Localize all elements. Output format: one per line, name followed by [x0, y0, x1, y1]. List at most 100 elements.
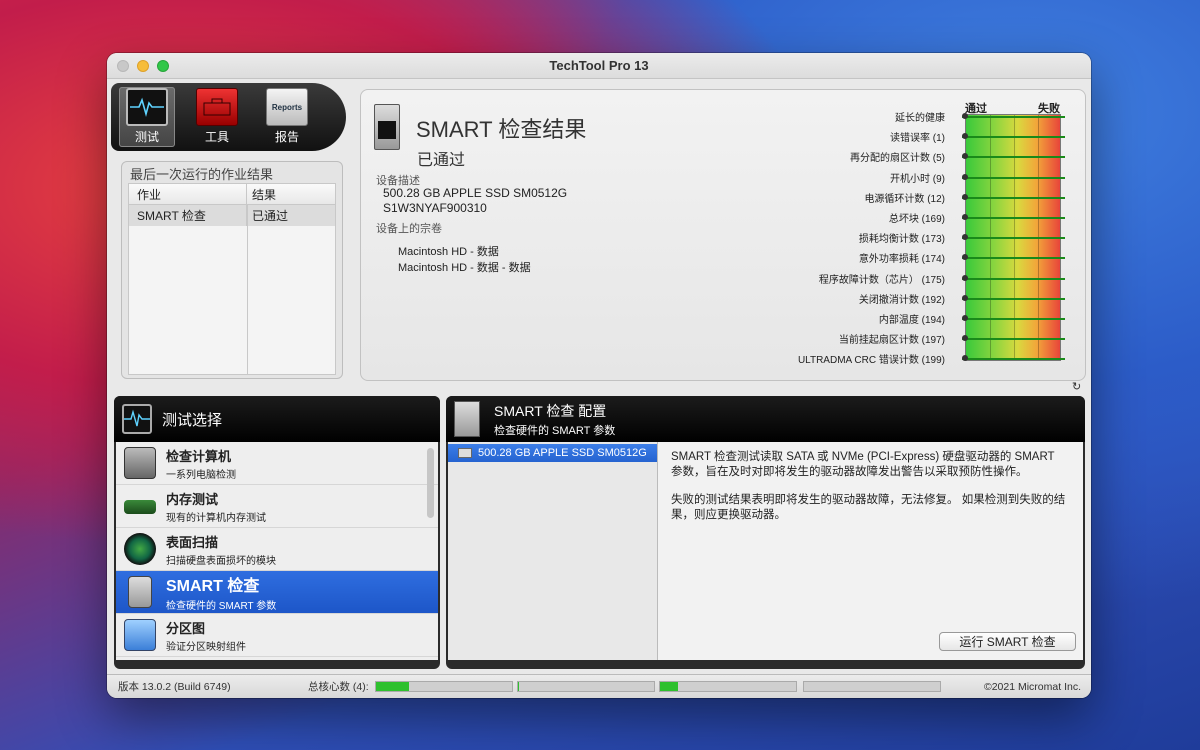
test-item-check-computer[interactable]: 检查计算机一系列电脑检测	[116, 442, 438, 485]
config-title: SMART 检查 配置	[494, 402, 607, 419]
config-body: 500.28 GB APPLE SSD SM0512G SMART 检查测试读取…	[448, 442, 1083, 660]
smart-attribute-label: 关闭撤消计数 (192)	[858, 294, 945, 306]
toolbar-tools-button[interactable]: 工具	[189, 87, 245, 147]
test-item-partition-map[interactable]: 分区图验证分区映射组件	[116, 614, 438, 657]
test-icon	[122, 404, 152, 434]
test-item-memory[interactable]: 内存测试现有的计算机内存测试	[116, 485, 438, 528]
test-list: 检查计算机一系列电脑检测 内存测试现有的计算机内存测试 表面扫描扫描硬盘表面损坏…	[116, 442, 438, 660]
core-meter	[803, 681, 941, 692]
core-meter	[375, 681, 513, 692]
drive-name: 500.28 GB APPLE SSD SM0512G	[478, 447, 647, 459]
test-item-desc: 验证分区映射组件	[166, 641, 246, 653]
test-item-name: 内存测试	[166, 491, 219, 507]
test-list-scrollbar[interactable]	[427, 448, 434, 518]
core-meter-fill	[518, 682, 520, 691]
config-paragraph: SMART 检查测试读取 SATA 或 NVMe (PCI-Express) 硬…	[671, 451, 1055, 478]
window-title: TechTool Pro 13	[549, 58, 649, 73]
last-run-table: 作业 结果 SMART 检查 已通过	[128, 183, 336, 375]
toolbar-tools-label: 工具	[204, 130, 229, 144]
table-row[interactable]: SMART 检查 已通过	[129, 205, 335, 226]
smart-attribute-label: 延长的健康	[895, 113, 945, 124]
smart-attribute-label: 内部温度 (194)	[878, 314, 945, 326]
core-meter	[517, 681, 655, 692]
smart-config-panel: SMART 检查 配置 检查硬件的 SMART 参数 500.28 GB APP…	[446, 396, 1085, 669]
smart-attribute-label: ULTRADMA CRC 错误计数 (199)	[797, 355, 945, 367]
gauge-marker	[962, 214, 1065, 220]
config-header: SMART 检查 配置 检查硬件的 SMART 参数	[446, 396, 1085, 442]
smart-gauge	[962, 113, 1065, 362]
core-meter-fill	[660, 682, 678, 691]
volumes-label: 设备上的宗卷	[376, 223, 442, 235]
volume-item: Macintosh HD - 数据 - 数据	[398, 262, 531, 274]
test-selection-title: 测试选择	[162, 411, 223, 429]
gauge-marker	[962, 294, 1065, 301]
config-paragraph: 失败的测试结果表明即将发生的驱动器故障，无法修复。 如果检测到失败的结果，则应更…	[671, 494, 1066, 521]
toolbar-reports-label: 报告	[274, 130, 299, 144]
gauge-marker	[962, 173, 1065, 180]
volume-item: Macintosh HD - 数据	[398, 246, 499, 258]
toolbar-reports-button[interactable]: Reports 报告	[259, 87, 315, 147]
result-title: SMART 检查结果	[416, 117, 587, 142]
result-status: 已通过	[417, 152, 466, 169]
run-smart-check-button[interactable]: 运行 SMART 检查	[939, 632, 1076, 651]
smart-drive-icon	[128, 576, 152, 608]
test-item-desc: 一系列电脑检测	[166, 469, 236, 481]
main-toolbar: 测试 工具 Reports 报告	[111, 83, 346, 151]
gauge-marker	[962, 193, 1065, 200]
drive-list-item[interactable]: 500.28 GB APPLE SSD SM0512G	[448, 444, 657, 462]
gauge-marker	[962, 355, 1065, 362]
test-item-smart-check[interactable]: SMART 检查检查硬件的 SMART 参数	[116, 571, 438, 614]
test-selection-header: 测试选择	[114, 396, 440, 442]
test-item-name: 检查计算机	[166, 448, 232, 464]
gauge-marker	[962, 274, 1065, 281]
last-run-panel: 最后一次运行的作业结果 作业 结果 SMART 检查 已通过	[121, 161, 343, 379]
surface-scan-icon	[124, 533, 156, 565]
reports-icon-text: Reports	[271, 102, 303, 112]
refresh-icon[interactable]: ↻	[1072, 381, 1084, 393]
copyright-label: ©2021 Micromat Inc.	[983, 680, 1081, 693]
memory-icon	[124, 500, 156, 514]
last-run-title: 最后一次运行的作业结果	[130, 167, 274, 182]
toolbar-tests-button[interactable]: 测试	[119, 87, 175, 147]
smart-drive-icon	[454, 401, 480, 437]
computer-icon	[124, 447, 156, 479]
test-selection-panel: 测试选择 检查计算机一系列电脑检测 内存测试现有的计算机内存测试 表面扫描扫描硬…	[114, 396, 440, 669]
status-bar: 版本 13.0.2 (Build 6749) 总核心数 (4): ©2021 M…	[107, 674, 1091, 698]
config-subtitle: 检查硬件的 SMART 参数	[494, 424, 616, 437]
toolbox-icon	[196, 88, 238, 126]
test-icon	[126, 88, 168, 126]
gauge-marker	[962, 113, 1065, 119]
config-description: SMART 检查测试读取 SATA 或 NVMe (PCI-Express) 硬…	[671, 450, 1069, 536]
title-bar: TechTool Pro 13	[107, 53, 1091, 79]
column-header-result[interactable]: 结果	[247, 186, 276, 203]
drive-icon	[458, 448, 472, 458]
test-item-surface-scan[interactable]: 表面扫描扫描硬盘表面损坏的模块	[116, 528, 438, 571]
column-divider	[247, 205, 248, 374]
smart-attribute-list: 延长的健康 读错误率 (1) 再分配的扇区计数 (5) 开机小时 (9) 电源循环计数 …	[781, 109, 945, 371]
test-item-name: 表面扫描	[166, 534, 219, 550]
test-item-name: 分区图	[166, 620, 206, 636]
zoom-window-button[interactable]	[157, 60, 169, 72]
test-item-desc: 现有的计算机内存测试	[166, 512, 266, 524]
core-meter	[659, 681, 797, 692]
gauge-marker	[962, 133, 1065, 140]
test-item-desc: 扫描硬盘表面损坏的模块	[166, 555, 276, 567]
gauge-marker	[962, 315, 1065, 321]
table-cell-job: SMART 检查	[129, 205, 247, 226]
core-meter-fill	[376, 682, 409, 691]
device-serial: S1W3NYAF900310	[383, 201, 487, 215]
smart-attribute-label: 损耗均衡计数 (173)	[858, 234, 945, 246]
column-header-job[interactable]: 作业	[129, 184, 247, 204]
version-label: 版本 13.0.2 (Build 6749)	[118, 681, 231, 693]
toolbar-tests-label: 测试	[134, 130, 159, 144]
test-item-desc: 检查硬件的 SMART 参数	[166, 601, 277, 612]
test-item-name: SMART 检查	[166, 578, 260, 595]
table-header: 作业 结果	[129, 184, 335, 205]
gauge-marker	[962, 234, 1065, 241]
partition-icon	[124, 619, 156, 651]
minimize-window-button[interactable]	[137, 60, 149, 72]
smart-attribute-label: 读错误率 (1)	[890, 133, 945, 145]
smart-attribute-label: 当前挂起扇区计数 (197)	[838, 335, 945, 347]
close-window-button[interactable]	[117, 60, 129, 72]
smart-attribute-label: 开机小时 (9)	[890, 173, 945, 185]
